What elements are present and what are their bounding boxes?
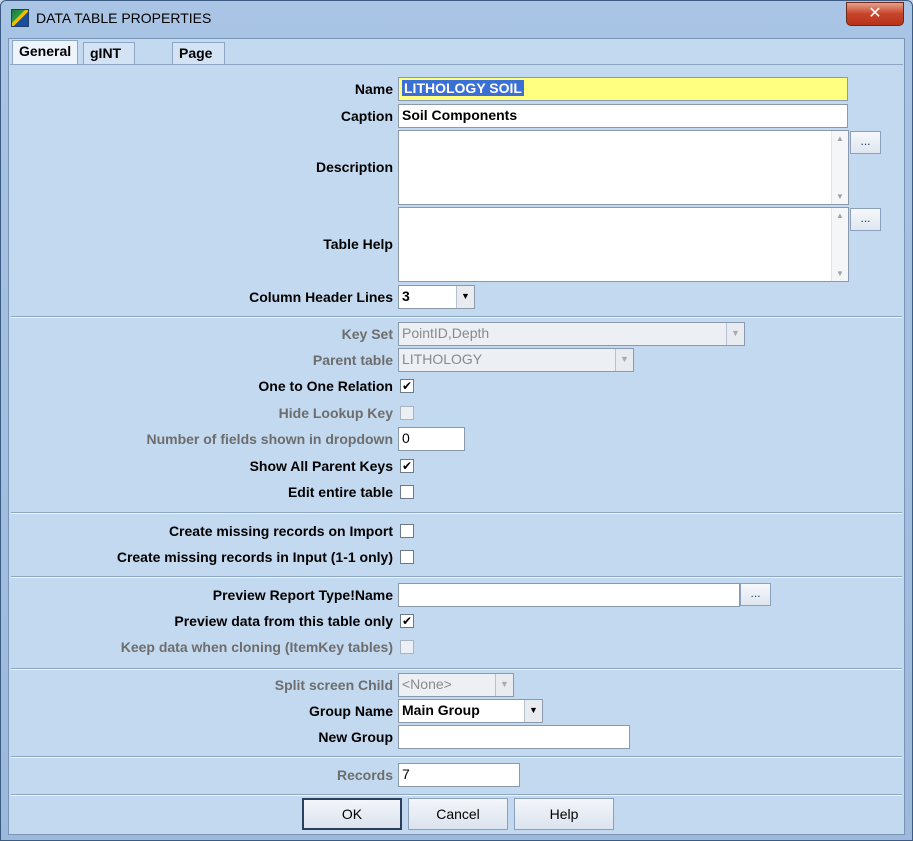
scroll-down-icon[interactable]: ▼ (832, 192, 848, 201)
num-fields-label: Number of fields shown in dropdown (146, 431, 393, 447)
parent-table-value: LITHOLOGY (402, 351, 483, 367)
group-name-label: Group Name (308, 703, 393, 719)
general-page: Name LITHOLOGY SOIL Caption Soil Compone… (10, 64, 903, 834)
preview-this-table-label: Preview data from this table only (174, 613, 393, 629)
dialog-window: DATA TABLE PROPERTIES ✕ General gINT Rul… (0, 0, 913, 841)
edit-entire-table-checkbox[interactable] (400, 485, 414, 499)
create-missing-input-label: Create missing records in Input (1-1 onl… (116, 549, 393, 565)
tab-gint-rules[interactable]: gINT Rules (83, 42, 136, 82)
chevron-down-icon[interactable]: ▼ (524, 700, 542, 722)
parent-table-label: Parent table (312, 352, 393, 368)
table-help-scrollbar[interactable]: ▲ ▼ (831, 208, 848, 281)
ok-button[interactable]: OK (302, 798, 402, 830)
show-all-parent-keys-label: Show All Parent Keys (249, 458, 393, 474)
tab-general[interactable]: General (12, 40, 79, 66)
column-header-lines-label: Column Header Lines (249, 289, 393, 305)
one-to-one-label: One to One Relation (258, 378, 393, 394)
caption-label: Caption (340, 108, 393, 124)
chevron-down-icon: ▼ (615, 349, 633, 371)
title-bar[interactable]: DATA TABLE PROPERTIES ✕ (1, 1, 912, 37)
split-screen-child-label: Split screen Child (274, 677, 393, 693)
name-value: LITHOLOGY SOIL (402, 80, 524, 96)
separator (11, 668, 902, 670)
num-fields-input[interactable]: 0 (398, 427, 465, 451)
name-label: Name (354, 81, 393, 97)
group-name-combo[interactable]: Main Group ▼ (398, 699, 543, 723)
edit-entire-table-label: Edit entire table (287, 484, 393, 500)
scroll-up-icon[interactable]: ▲ (832, 211, 848, 220)
app-icon (11, 9, 29, 27)
show-all-parent-keys-checkbox[interactable]: ✔ (400, 459, 414, 473)
column-header-lines-combo[interactable]: 3 ▼ (398, 285, 475, 309)
separator (11, 316, 902, 318)
group-name-value: Main Group (402, 702, 480, 718)
help-button[interactable]: Help (514, 798, 614, 830)
records-label: Records (336, 767, 393, 783)
separator (11, 756, 902, 758)
key-set-label: Key Set (341, 326, 393, 342)
cancel-button[interactable]: Cancel (408, 798, 508, 830)
keep-data-cloning-label: Keep data when cloning (ItemKey tables) (120, 639, 393, 655)
close-button[interactable]: ✕ (846, 2, 904, 26)
scroll-down-icon[interactable]: ▼ (832, 269, 848, 278)
records-field: 7 (398, 763, 520, 787)
create-missing-import-checkbox[interactable] (400, 524, 414, 538)
preview-this-table-checkbox[interactable]: ✔ (400, 614, 414, 628)
dialog-client: General gINT Rules Page Setup Name LITHO… (8, 38, 905, 835)
preview-report-field[interactable] (398, 583, 740, 607)
parent-table-combo: LITHOLOGY ▼ (398, 348, 634, 372)
new-group-input[interactable] (398, 725, 630, 749)
table-help-label: Table Help (323, 236, 393, 252)
table-help-ellipsis-button[interactable]: ... (850, 208, 881, 231)
new-group-label: New Group (318, 729, 393, 745)
preview-report-label: Preview Report Type!Name (212, 587, 393, 603)
create-missing-import-label: Create missing records on Import (168, 523, 393, 539)
create-missing-input-checkbox[interactable] (400, 550, 414, 564)
separator (11, 576, 902, 578)
window-title: DATA TABLE PROPERTIES (36, 10, 212, 26)
hide-lookup-key-label: Hide Lookup Key (278, 405, 393, 421)
description-ellipsis-button[interactable]: ... (850, 131, 881, 154)
scroll-up-icon[interactable]: ▲ (832, 134, 848, 143)
key-set-value: PointID,Depth (402, 325, 490, 341)
separator (11, 794, 902, 796)
hide-lookup-key-checkbox (400, 406, 414, 420)
column-header-lines-value: 3 (402, 288, 410, 304)
caption-field[interactable]: Soil Components (398, 104, 848, 128)
keep-data-cloning-checkbox (400, 640, 414, 654)
chevron-down-icon: ▼ (726, 323, 744, 345)
chevron-down-icon[interactable]: ▼ (456, 286, 474, 308)
name-field[interactable]: LITHOLOGY SOIL (398, 77, 848, 101)
preview-report-ellipsis-button[interactable]: ... (740, 583, 771, 606)
description-label: Description (315, 159, 393, 175)
tab-page-setup[interactable]: Page Setup (172, 42, 225, 82)
key-set-combo: PointID,Depth ▼ (398, 322, 745, 346)
split-screen-child-value: <None> (402, 676, 452, 692)
separator (11, 512, 902, 514)
chevron-down-icon: ▼ (495, 674, 513, 696)
description-textarea[interactable]: ▲ ▼ (398, 130, 849, 205)
one-to-one-checkbox[interactable]: ✔ (400, 379, 414, 393)
table-help-textarea[interactable]: ▲ ▼ (398, 207, 849, 282)
description-scrollbar[interactable]: ▲ ▼ (831, 131, 848, 204)
split-screen-child-combo: <None> ▼ (398, 673, 514, 697)
